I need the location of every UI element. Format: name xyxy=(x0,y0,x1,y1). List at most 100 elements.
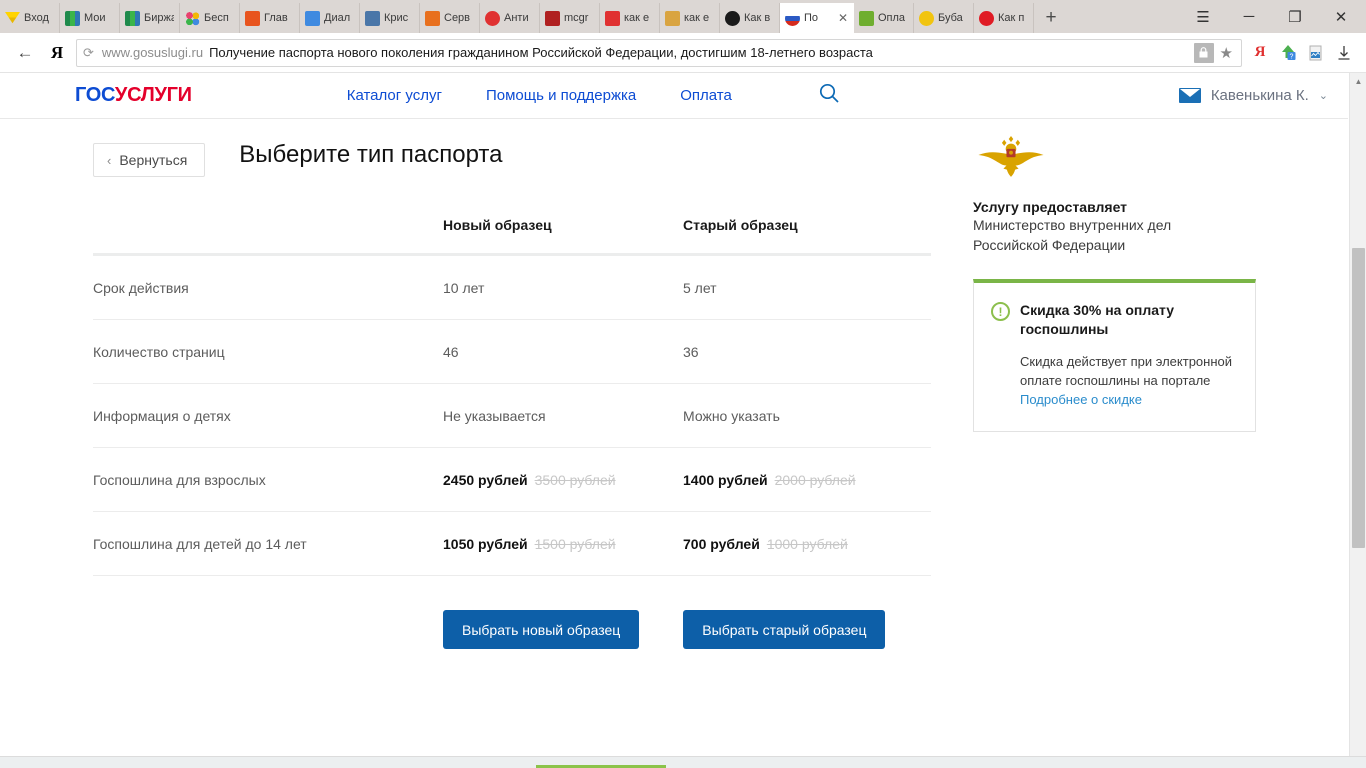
scroll-up-arrow-icon[interactable]: ▲ xyxy=(1350,73,1366,90)
gosuslugi-logo[interactable]: ГОСУСЛУГИ xyxy=(75,84,192,107)
browser-tab[interactable]: По ✕ xyxy=(780,3,854,33)
passport-comparison-table: Новый образец Старый образец Срок действ… xyxy=(93,217,931,576)
yandex-logo-icon[interactable]: Я xyxy=(42,37,72,69)
row-label: Количество страниц xyxy=(93,319,443,384)
window-controls: ☰ ─ ❐ ✕ xyxy=(1180,0,1366,33)
browser-tab[interactable]: Вход xyxy=(0,3,60,33)
back-button[interactable]: ‹ Вернуться xyxy=(93,143,206,177)
cell-old-sample: 700 рублей 1000 рублей xyxy=(683,511,931,576)
promo-body-text: Скидка действует при электронной оплате … xyxy=(1020,354,1233,388)
provider-line-2: Российской Федерации xyxy=(973,237,1126,253)
reload-icon[interactable]: ⟳ xyxy=(83,45,94,61)
original-price: 3500 рублей xyxy=(534,472,616,488)
browser-tab[interactable]: Как п xyxy=(974,3,1034,33)
table-row: Срок действия 10 лет 5 лет xyxy=(93,254,931,320)
browser-tab[interactable]: Диал xyxy=(300,3,360,33)
russia-flag-icon xyxy=(785,10,800,26)
choose-new-sample-button[interactable]: Выбрать новый образец xyxy=(443,610,640,649)
browser-tab[interactable]: Биржа xyxy=(120,3,180,33)
page-scrollbar[interactable]: ▲ ▼ xyxy=(1349,73,1366,768)
browser-tab[interactable]: как е xyxy=(660,3,720,33)
original-price: 1000 рублей xyxy=(766,536,848,552)
cell-new-sample: 10 лет xyxy=(443,254,683,320)
tab-close-icon[interactable]: ✕ xyxy=(838,11,848,25)
tab-label: как е xyxy=(684,12,710,24)
browser-tab[interactable]: mcgr xyxy=(540,3,600,33)
chevron-down-icon[interactable]: ⌄ xyxy=(1319,89,1328,102)
yandex-extension-icon[interactable]: Я xyxy=(1246,37,1274,69)
tab-label: Мои xyxy=(84,12,106,24)
provider-heading: Услугу предоставляет xyxy=(973,199,1128,215)
nav-item-catalog[interactable]: Каталог услуг xyxy=(347,87,442,104)
browser-tab[interactable]: Как в xyxy=(720,3,780,33)
back-arrow-icon[interactable]: ← xyxy=(8,37,42,69)
column-header-old: Старый образец xyxy=(683,217,931,256)
vk-icon xyxy=(365,10,380,26)
table-row: Информация о детях Не указывается Можно ук… xyxy=(93,383,931,448)
user-account-menu[interactable]: Кавенькина К. ⌄ xyxy=(1178,87,1328,104)
tab-strip: Вход Мои Биржа Бесп Глав Диал Крис Серв Анти mcgr… xyxy=(0,0,1366,33)
main-column: ‹ Вернуться Выберите тип паспорта Новый … xyxy=(0,133,935,649)
close-window-button[interactable]: ✕ xyxy=(1318,0,1364,33)
original-price: 2000 рублей xyxy=(774,472,856,488)
browser-tab[interactable]: как е xyxy=(600,3,660,33)
stripes-icon xyxy=(125,10,140,26)
nav-item-help[interactable]: Помощь и поддержка xyxy=(486,87,636,104)
scrollbar-thumb[interactable] xyxy=(1352,248,1365,548)
bookmark-star-icon[interactable]: ★ xyxy=(1220,44,1233,62)
provider-line-1: Министерство внутренних дел xyxy=(973,217,1172,233)
search-icon[interactable] xyxy=(818,82,840,109)
browser-menu-button[interactable]: ☰ xyxy=(1180,0,1226,33)
download-manager-icon[interactable]: ? xyxy=(1274,37,1302,69)
browser-tab[interactable]: Глав xyxy=(240,3,300,33)
print-preview-icon[interactable] xyxy=(1302,37,1330,69)
minimize-button[interactable]: ─ xyxy=(1226,0,1272,33)
downloads-icon[interactable] xyxy=(1330,37,1358,69)
column-header-blank xyxy=(93,217,443,256)
browser-tab[interactable]: Буба xyxy=(914,3,974,33)
circle-icon xyxy=(725,10,740,26)
tab-label: Бесп xyxy=(204,12,229,24)
tab-label: Глав xyxy=(264,12,288,24)
mail-icon[interactable] xyxy=(1178,88,1201,103)
tab-label: Серв xyxy=(444,12,471,24)
row-label: Госпошлина для взрослых xyxy=(93,447,443,512)
address-bar[interactable]: ⟳ www.gosuslugi.ru Получение паспорта но… xyxy=(76,38,1242,67)
browser-tab[interactable]: Крис xyxy=(360,3,420,33)
status-bar xyxy=(0,756,1366,768)
tab-label: Буба xyxy=(938,12,963,24)
stripes-icon xyxy=(65,10,80,26)
page-title: Выберите тип паспорта xyxy=(239,141,503,168)
lock-icon[interactable] xyxy=(1193,42,1214,63)
promo-title: Скидка 30% на оплату госпошлины xyxy=(1020,302,1175,337)
choose-old-sample-button[interactable]: Выбрать старый образец xyxy=(683,610,886,649)
nav-item-payment[interactable]: Оплата xyxy=(680,87,732,104)
cell-new-sample: Не указывается xyxy=(443,383,683,448)
url-page-title: Получение паспорта нового поколения граж… xyxy=(209,45,873,60)
table-row: Госпошлина для взрослых 2450 рублей 3500 р… xyxy=(93,447,931,512)
vimeo-icon xyxy=(859,10,874,26)
back-button-label: Вернуться xyxy=(119,152,188,168)
logo-part-uslugi: УСЛУГИ xyxy=(114,84,192,106)
tab-label: Крис xyxy=(384,12,409,24)
current-price: 1050 рублей xyxy=(443,536,528,552)
copyright-icon xyxy=(485,10,500,26)
browser-tab[interactable]: Опла xyxy=(854,3,914,33)
exclamation-circle-icon: ! xyxy=(991,302,1010,321)
new-tab-button[interactable]: + xyxy=(1034,3,1068,33)
browser-tab[interactable]: Анти xyxy=(480,3,540,33)
chat-icon xyxy=(305,10,320,26)
cell-new-sample: 46 xyxy=(443,319,683,384)
dots-icon xyxy=(185,10,200,26)
row-label: Срок действия xyxy=(93,254,443,320)
svg-text:?: ? xyxy=(1290,53,1294,60)
play-yellow-icon xyxy=(919,10,934,26)
browser-window: Вход Мои Биржа Бесп Глав Диал Крис Серв Анти mcgr… xyxy=(0,0,1366,768)
promo-header: ! Скидка 30% на оплату госпошлины xyxy=(991,301,1235,339)
browser-tab[interactable]: Бесп xyxy=(180,3,240,33)
promo-details-link[interactable]: Подробнее о скидке xyxy=(1020,390,1235,409)
restore-button[interactable]: ❐ xyxy=(1272,0,1318,33)
browser-tab[interactable]: Серв xyxy=(420,3,480,33)
browser-tab[interactable]: Мои xyxy=(60,3,120,33)
row-label: Госпошлина для детей до 14 лет xyxy=(93,511,443,576)
